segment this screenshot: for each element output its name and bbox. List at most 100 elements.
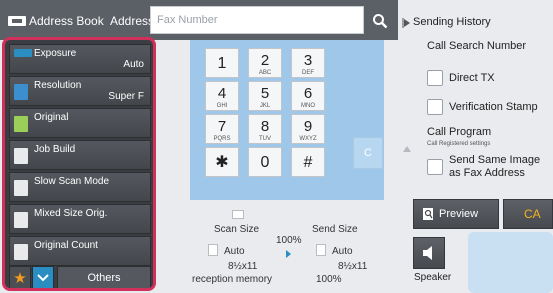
call-program-link[interactable]: Call Program Call Registered settings [427, 126, 491, 150]
exposure-icon [14, 49, 32, 57]
keypad-digit: ✱ [215, 154, 229, 171]
chevron-down-icon [37, 274, 49, 282]
call-search-number-link[interactable]: Call Search Number [427, 40, 526, 52]
mixed-size-orig-label: Mixed Size Orig. [34, 208, 108, 219]
address-book-tab[interactable]: Address Book [8, 10, 104, 32]
keypad-letters: MNO [301, 103, 315, 109]
send-same-image-line-1: Send Same Image [449, 154, 541, 166]
preview-label: Preview [439, 208, 479, 220]
star-icon: ★ [13, 270, 27, 287]
job-build-icon [14, 148, 28, 164]
address-tab[interactable]: Address [110, 10, 154, 32]
send-same-image-label: Send Same Image as Fax Address [449, 154, 540, 180]
keypad-digit: 8 [260, 118, 270, 135]
fax-number-input[interactable]: Fax Number [150, 6, 364, 34]
keypad-key[interactable]: 6 MNO [291, 81, 325, 111]
scan-paper-value: 8½x11 [228, 261, 258, 272]
keypad-digit: 0 [260, 154, 270, 171]
exposure-button[interactable]: Exposure Auto [9, 44, 151, 74]
others-button[interactable]: Others [57, 266, 151, 288]
keypad-digit: 5 [260, 85, 270, 102]
keypad-letters: WXYZ [299, 136, 317, 142]
verification-stamp-label: Verification Stamp [449, 101, 538, 113]
keypad-digit: 6 [303, 85, 313, 102]
keypad-key[interactable]: 9 WXYZ [291, 114, 325, 144]
job-build-button[interactable]: Job Build [9, 140, 151, 170]
keypad-key[interactable]: 7 PQRS [205, 114, 239, 144]
send-size-label: Send Size [312, 224, 358, 235]
keypad-letters: TUV [259, 136, 271, 142]
start-button[interactable] [468, 232, 553, 293]
keypad-key[interactable]: # [291, 147, 325, 177]
keypad-letters: DEF [302, 70, 314, 76]
keypad-digit: # [303, 154, 313, 171]
ratio-value: 100% [276, 235, 302, 246]
keypad-key[interactable]: ✱ [205, 147, 239, 177]
verification-stamp-checkbox[interactable] [427, 99, 443, 115]
original-count-label: Original Count [34, 240, 98, 251]
address-book-icon [8, 16, 26, 26]
resolution-value: Super F [108, 91, 144, 102]
memory-label: reception memory [192, 274, 273, 285]
expand-button[interactable] [32, 266, 54, 288]
collapse-arrow-icon[interactable] [402, 16, 412, 34]
address-book-label: Address Book [29, 14, 104, 28]
keypad-digit: 7 [217, 118, 227, 135]
direct-tx-label: Direct TX [449, 72, 495, 84]
slow-scan-mode-button[interactable]: Slow Scan Mode [9, 172, 151, 202]
resolution-button[interactable]: Resolution Super F [9, 76, 151, 106]
search-icon [373, 14, 388, 29]
original-label: Original [34, 112, 69, 123]
sending-history-link[interactable]: Sending History [413, 16, 491, 28]
ca-button[interactable]: CA [503, 199, 553, 229]
call-program-sub: Call Registered settings [427, 141, 491, 147]
speaker-button[interactable] [413, 237, 445, 269]
search-button[interactable] [367, 8, 393, 34]
call-program-label: Call Program [427, 126, 492, 138]
scanner-icon [232, 210, 244, 219]
keypad-digit: 9 [303, 118, 313, 135]
scan-size-label: Scan Size [214, 224, 260, 235]
keypad-letters: ABC [258, 70, 272, 76]
send-paper-value: 8½x11 [338, 261, 368, 272]
keypad-key[interactable]: 4 GHI [205, 81, 239, 111]
exposure-label: Exposure [34, 48, 77, 59]
clear-button[interactable]: C [353, 137, 383, 169]
mixed-size-orig-button[interactable]: Mixed Size Orig. [9, 204, 151, 234]
original-button[interactable]: Original [9, 108, 151, 138]
resolution-icon [14, 84, 28, 100]
keypad-key[interactable]: 2 ABC [248, 48, 282, 78]
original-icon [14, 116, 28, 132]
keypad-letters: JKL [259, 103, 271, 109]
mixed-size-icon [14, 212, 28, 228]
keypad-key[interactable]: 8 TUV [248, 114, 282, 144]
send-same-image-checkbox[interactable] [427, 159, 443, 175]
scroll-up-icon[interactable] [402, 140, 412, 158]
keypad-digit: 1 [217, 55, 227, 72]
settings-panel: Exposure Auto Resolution Super F Origina… [2, 37, 156, 291]
direct-tx-checkbox[interactable] [427, 70, 443, 86]
panel-footer: ★ Others [9, 266, 151, 288]
original-count-icon [14, 244, 28, 260]
job-build-label: Job Build [34, 144, 76, 155]
send-mode-value: Auto [332, 246, 353, 257]
favorite-button[interactable]: ★ [9, 266, 31, 288]
preview-button[interactable]: Preview [413, 199, 499, 229]
keypad-digit: 4 [217, 85, 227, 102]
send-same-image-line-2: as Fax Address [449, 167, 525, 179]
keypad-key[interactable]: 0 [248, 147, 282, 177]
keypad-letters: GHI [216, 103, 228, 109]
keypad-key[interactable]: 1 [205, 48, 239, 78]
send-paper-icon [316, 244, 326, 256]
keypad-key[interactable]: 3 DEF [291, 48, 325, 78]
keypad-digit: 3 [303, 52, 313, 69]
keypad-digit: 2 [260, 52, 270, 69]
exposure-value: Auto [123, 59, 144, 70]
preview-icon [423, 208, 433, 220]
original-count-button[interactable]: Original Count [9, 236, 151, 266]
keypad-key[interactable]: 5 JKL [248, 81, 282, 111]
keypad-letters: PQRS [213, 136, 231, 142]
scan-paper-icon [208, 244, 218, 256]
resolution-label: Resolution [34, 80, 82, 91]
speaker-icon [423, 246, 432, 260]
